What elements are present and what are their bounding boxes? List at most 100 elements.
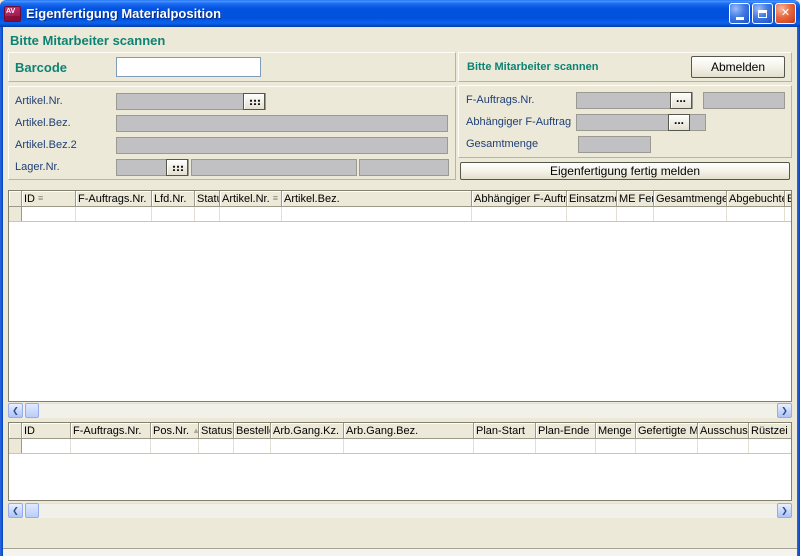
col-label: Menge [598,425,632,437]
dots-grid-icon [249,99,260,105]
window-border-left [0,27,3,556]
col-header-me-fert[interactable]: ME Fert [617,191,654,207]
col-header-f-auftrags-nr[interactable]: F-Auftrags.Nr. [76,191,152,207]
col-header-e[interactable]: E [785,191,791,207]
col-label: Arb.Gang.Bez. [346,425,418,437]
col-header-gefertigte-menge[interactable]: Gefertigte M [636,423,698,439]
f-auftrag-browse-button[interactable]: ... [670,92,692,109]
material-panel: Artikel.Nr. Artikel.Bez. Artikel.Bez.2 L… [8,86,456,180]
barcode-label: Barcode [15,59,67,76]
scrollbar-thumb[interactable] [25,403,39,418]
f-auftrag-extra-field [703,92,785,109]
title-bar[interactable]: AV Eigenfertigung Materialposition ✕ [0,0,800,27]
col-label: ID [24,193,35,205]
window-controls: ✕ [729,3,796,24]
col-label: Einsatzme [569,193,617,205]
maximize-button[interactable] [752,3,773,24]
artikel-bez2-field [116,137,448,154]
sort-ascending-icon: ▲ [192,427,199,435]
col-header-abgebuchte[interactable]: Abgebuchte [727,191,785,207]
col-label: Gesamtmenge [656,193,727,205]
sort-icon: ≡ [38,194,43,203]
submit-button[interactable]: Eigenfertigung fertig melden [460,162,790,180]
col-header-bestellte[interactable]: Bestelle [234,423,271,439]
artikel-nr-browse-button[interactable] [243,93,265,110]
operations-grid: ID F-Auftrags.Nr. Pos.Nr.▲ Status Bestel… [8,422,792,501]
operations-grid-header: ID F-Auftrags.Nr. Pos.Nr.▲ Status Bestel… [9,423,791,439]
employee-panel: Bitte Mitarbeiter scannen Abmelden [458,52,792,82]
artikel-bez-field [116,115,448,132]
row-selector-cell[interactable] [9,207,22,221]
scroll-left-button[interactable]: ❮ [8,503,23,518]
minimize-icon [736,17,744,20]
col-header-einsatzmenge[interactable]: Einsatzme [567,191,617,207]
row-selector-header [9,423,22,439]
grid-row[interactable] [9,207,791,222]
artikel-nr-label: Artikel.Nr. [15,93,63,110]
abhaengig-label: Abhängiger F-Auftrag [466,114,571,131]
lager-nr-label: Lager.Nr. [15,159,60,176]
col-header-id[interactable]: ID≡ [22,191,76,207]
scroll-right-button[interactable]: ❯ [777,503,792,518]
col-header-artikel-bez[interactable]: Artikel.Bez. [282,191,472,207]
scroll-right-button[interactable]: ❯ [777,403,792,418]
col-header-ausschuss[interactable]: Ausschus [698,423,749,439]
col-header-plan-ende[interactable]: Plan-Ende [536,423,596,439]
col-header-abhaengiger-f-auftrag[interactable]: Abhängiger F-Auftra [472,191,567,207]
logout-button-label: Abmelden [711,60,765,74]
col-label: ID [24,425,35,437]
col-label: Plan-Ende [538,425,589,437]
page-heading: Bitte Mitarbeiter scannen [10,33,165,48]
col-header-id[interactable]: ID [22,423,71,439]
col-label: Abhängiger F-Auftra [474,193,567,205]
lager-nr-browse-button[interactable] [166,159,188,176]
scrollbar-thumb[interactable] [25,503,39,518]
employee-heading: Bitte Mitarbeiter scannen [467,59,598,76]
row-selector-cell[interactable] [9,439,22,453]
lager-bez-field [191,159,357,176]
ellipsis-icon: ... [676,96,686,106]
col-header-arb-gang-kz[interactable]: Arb.Gang.Kz. [271,423,344,439]
col-label: Statu [197,193,220,205]
col-header-artikel-nr[interactable]: Artikel.Nr.≡ [220,191,282,207]
window-title: Eigenfertigung Materialposition [26,6,221,21]
logout-button[interactable]: Abmelden [691,56,785,78]
sort-icon: ≡ [273,194,278,203]
col-header-arb-gang-bez[interactable]: Arb.Gang.Bez. [344,423,474,439]
col-label: Artikel.Nr. [222,193,270,205]
col-label: Bestelle [236,425,271,437]
orders-grid: ID≡ F-Auftrags.Nr. Lfd.Nr. Statu Artikel… [8,190,792,402]
barcode-input[interactable] [116,57,261,77]
scroll-left-icon: ❮ [12,406,19,415]
col-label: Pos.Nr. [153,425,189,437]
col-label: Rüstzei [751,425,788,437]
col-label: Abgebuchte [729,193,785,205]
orders-grid-hscrollbar[interactable]: ❮ ❯ [8,403,792,418]
col-label: Gefertigte M [638,425,698,437]
col-header-lfd-nr[interactable]: Lfd.Nr. [152,191,195,207]
submit-button-label: Eigenfertigung fertig melden [550,164,700,178]
gesamtmenge-label: Gesamtmenge [466,136,538,153]
col-header-status[interactable]: Status [199,423,234,439]
app-icon: AV [4,6,21,22]
close-button[interactable]: ✕ [775,3,796,24]
col-label: Plan-Start [476,425,525,437]
col-header-gesamtmenge[interactable]: Gesamtmenge [654,191,727,207]
scroll-right-icon: ❯ [781,406,788,415]
scroll-left-button[interactable]: ❮ [8,403,23,418]
minimize-button[interactable] [729,3,750,24]
grid-row[interactable] [9,439,791,454]
col-label: Artikel.Bez. [284,193,340,205]
col-header-status[interactable]: Statu [195,191,220,207]
col-header-plan-start[interactable]: Plan-Start [474,423,536,439]
row-selector-header [9,191,22,207]
col-header-pos-nr[interactable]: Pos.Nr.▲ [151,423,199,439]
col-header-menge[interactable]: Menge [596,423,636,439]
col-header-f-auftrags-nr[interactable]: F-Auftrags.Nr. [71,423,151,439]
col-label: ME Fert [619,193,654,205]
operations-grid-hscrollbar[interactable]: ❮ ❯ [8,503,792,518]
col-header-ruestzeit[interactable]: Rüstzei [749,423,791,439]
barcode-panel: Barcode [8,52,456,82]
abhaengig-browse-button[interactable]: ... [668,114,690,131]
app-icon-text: AV [6,8,15,15]
